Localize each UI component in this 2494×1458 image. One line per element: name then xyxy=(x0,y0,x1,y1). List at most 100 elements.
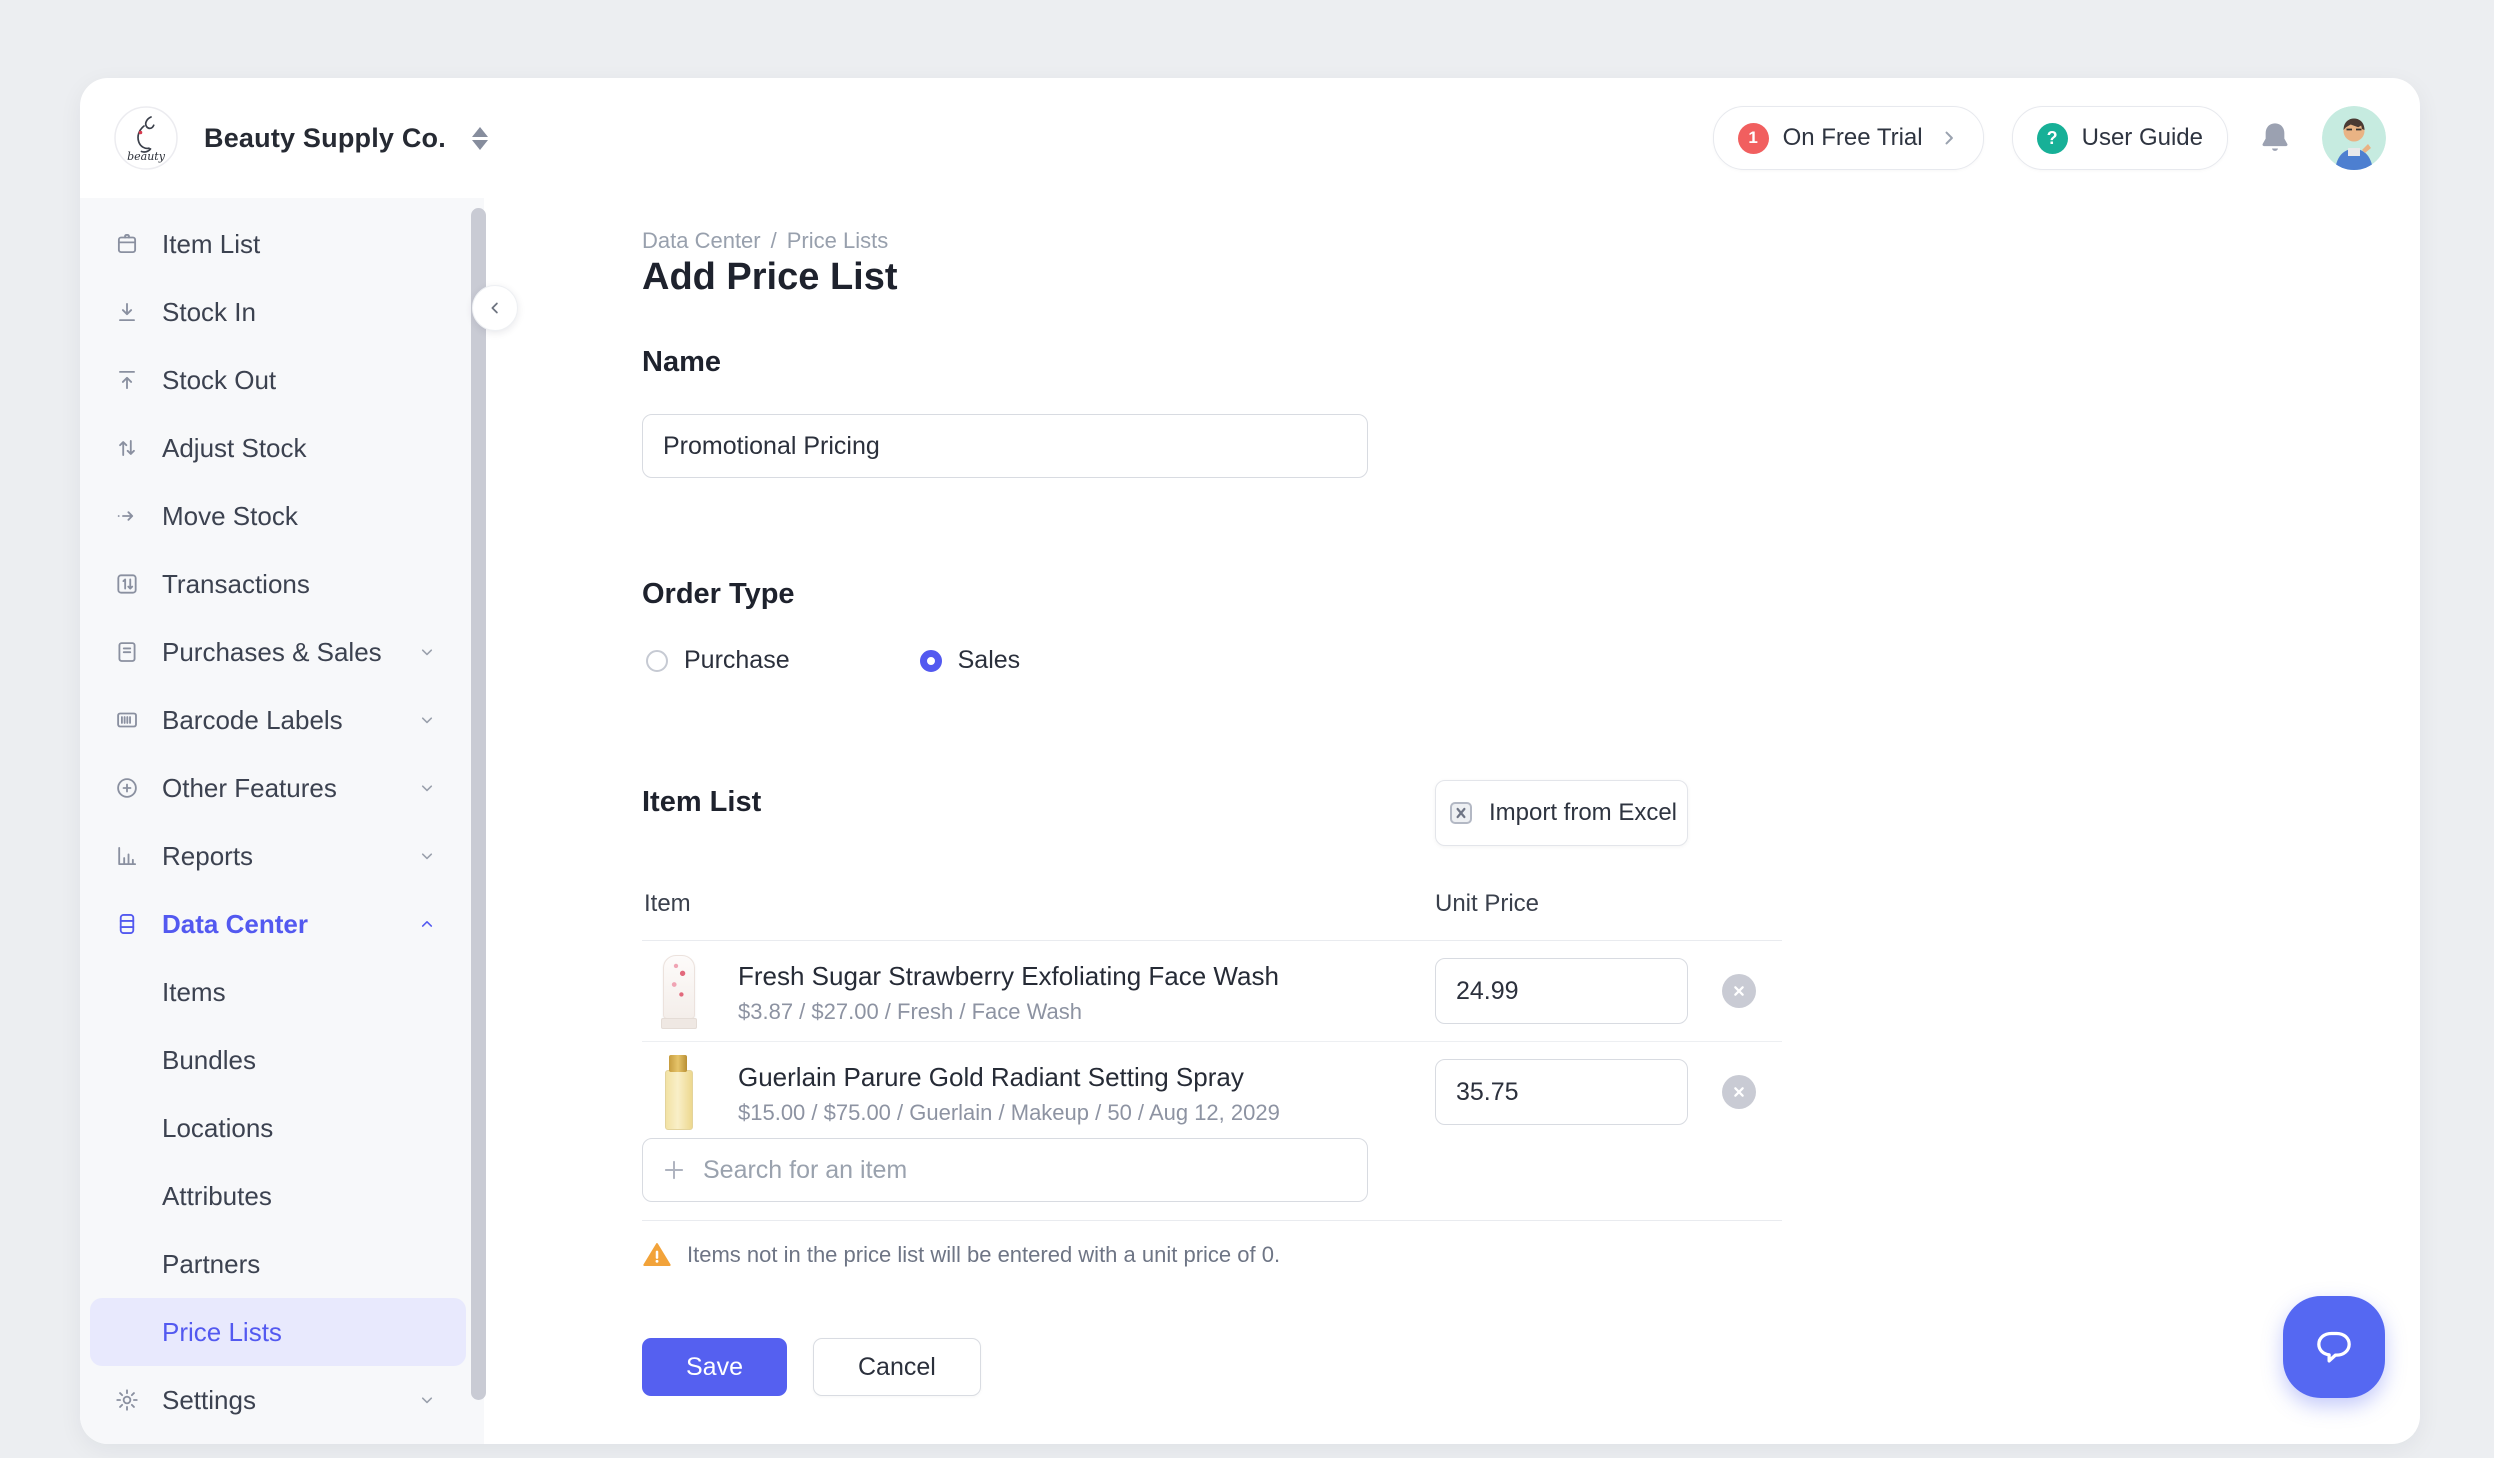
sidebar-item-settings[interactable]: Settings xyxy=(80,1366,484,1434)
cancel-button[interactable]: Cancel xyxy=(813,1338,981,1396)
import-from-excel-button[interactable]: Import from Excel xyxy=(1435,780,1688,846)
item-row: Guerlain Parure Gold Radiant Setting Spr… xyxy=(642,1042,1782,1142)
breadcrumb-separator: / xyxy=(771,228,777,254)
chat-bubble-icon xyxy=(2308,1321,2360,1373)
unit-price-input[interactable] xyxy=(1435,958,1688,1024)
company-switcher-icon[interactable] xyxy=(472,127,488,150)
item-name: Guerlain Parure Gold Radiant Setting Spr… xyxy=(738,1062,1244,1093)
sidebar-item-stock-in[interactable]: Stock In xyxy=(80,278,484,346)
item-search xyxy=(642,1138,1368,1202)
order-type-radio-sales[interactable]: Sales xyxy=(920,646,1021,675)
chevron-down-icon xyxy=(416,845,438,867)
chevron-up-icon xyxy=(416,913,438,935)
sidebar-item-move-stock[interactable]: Move Stock xyxy=(80,482,484,550)
warning-message: Items not in the price list will be ente… xyxy=(642,1240,1280,1270)
sidebar-nav: Item List Stock In Stock Out Adjust Stoc… xyxy=(80,198,484,1434)
sidebar-item-attributes[interactable]: Attributes xyxy=(80,1162,484,1230)
column-unit-price: Unit Price xyxy=(1435,890,1539,918)
sidebar-item-stock-out[interactable]: Stock Out xyxy=(80,346,484,414)
item-list-icon xyxy=(114,231,140,257)
warning-text: Items not in the price list will be ente… xyxy=(687,1242,1280,1268)
plus-circle-icon xyxy=(114,775,140,801)
sidebar-item-reports[interactable]: Reports xyxy=(80,822,484,890)
sidebar-item-price-lists[interactable]: Price Lists xyxy=(90,1298,466,1366)
move-stock-icon xyxy=(114,503,140,529)
breadcrumb-price-lists[interactable]: Price Lists xyxy=(787,228,888,254)
trial-badge: 1 xyxy=(1738,123,1769,154)
name-section-label: Name xyxy=(642,346,721,379)
trial-label: On Free Trial xyxy=(1783,124,1923,152)
sidebar-item-adjust-stock[interactable]: Adjust Stock xyxy=(80,414,484,482)
chevron-down-icon xyxy=(416,777,438,799)
stock-out-icon xyxy=(114,367,140,393)
name-input[interactable] xyxy=(642,414,1368,478)
user-guide-label: User Guide xyxy=(2082,124,2203,152)
item-name: Fresh Sugar Strawberry Exfoliating Face … xyxy=(738,961,1279,992)
chat-launcher-button[interactable] xyxy=(2283,1296,2385,1398)
column-item: Item xyxy=(644,890,691,918)
remove-item-button[interactable] xyxy=(1722,1075,1756,1109)
beauty-logo-icon: beauty xyxy=(114,106,178,170)
user-guide-button[interactable]: ? User Guide xyxy=(2012,106,2228,170)
header-actions: 1 On Free Trial ? User Guide xyxy=(1713,106,2386,170)
order-type-radio-purchase[interactable]: Purchase xyxy=(646,646,790,675)
sidebar-collapse-button[interactable] xyxy=(472,285,518,331)
table-body: Fresh Sugar Strawberry Exfoliating Face … xyxy=(642,941,1782,1142)
sidebar-item-purchases-sales[interactable]: Purchases & Sales xyxy=(80,618,484,686)
chevron-down-icon xyxy=(416,641,438,663)
breadcrumb: Data Center / Price Lists xyxy=(642,228,888,254)
sidebar-item-item-list[interactable]: Item List xyxy=(80,210,484,278)
item-search-input[interactable] xyxy=(701,1155,1349,1186)
sidebar-item-barcode-labels[interactable]: Barcode Labels xyxy=(80,686,484,754)
remove-item-button[interactable] xyxy=(1722,974,1756,1008)
sidebar-scrollbar[interactable] xyxy=(471,208,486,1400)
form-actions: Save Cancel xyxy=(642,1338,981,1396)
breadcrumb-data-center[interactable]: Data Center xyxy=(642,228,761,254)
import-label: Import from Excel xyxy=(1489,799,1677,827)
sidebar-item-data-center[interactable]: Data Center xyxy=(80,890,484,958)
save-button[interactable]: Save xyxy=(642,1338,787,1396)
user-avatar[interactable] xyxy=(2322,106,2386,170)
reports-icon xyxy=(114,843,140,869)
free-trial-button[interactable]: 1 On Free Trial xyxy=(1713,106,1984,170)
divider xyxy=(642,1220,1782,1221)
question-icon: ? xyxy=(2037,123,2068,154)
top-header: beauty Beauty Supply Co. 1 On Free Trial… xyxy=(80,78,2420,198)
sidebar-item-locations[interactable]: Locations xyxy=(80,1094,484,1162)
transactions-icon xyxy=(114,571,140,597)
svg-text:beauty: beauty xyxy=(127,150,166,163)
unit-price-input[interactable] xyxy=(1435,1059,1688,1125)
warning-triangle-icon xyxy=(642,1240,672,1270)
stock-in-icon xyxy=(114,299,140,325)
barcode-icon xyxy=(114,707,140,733)
app-page: beauty Beauty Supply Co. 1 On Free Trial… xyxy=(0,0,2494,1458)
item-details: $3.87 / $27.00 / Fresh / Face Wash xyxy=(738,999,1082,1025)
app-card: beauty Beauty Supply Co. 1 On Free Trial… xyxy=(80,78,2420,1444)
plus-icon xyxy=(661,1157,687,1183)
main-content: Data Center / Price Lists Add Price List… xyxy=(560,198,2420,1444)
radio-icon xyxy=(646,650,668,672)
product-image xyxy=(655,1054,701,1130)
chevron-left-icon xyxy=(486,299,504,317)
radio-icon xyxy=(920,650,942,672)
company-name: Beauty Supply Co. xyxy=(204,123,446,154)
item-details: $15.00 / $75.00 / Guerlain / Makeup / 50… xyxy=(738,1100,1280,1126)
sidebar-item-bundles[interactable]: Bundles xyxy=(80,1026,484,1094)
purchases-sales-icon xyxy=(114,639,140,665)
page-title: Add Price List xyxy=(642,256,898,299)
chevron-down-icon xyxy=(416,1389,438,1411)
sidebar-item-items[interactable]: Items xyxy=(80,958,484,1026)
item-list-heading: Item List xyxy=(642,786,761,819)
order-type-options: Purchase Sales xyxy=(646,646,1020,675)
order-type-label: Order Type xyxy=(642,578,795,611)
table-header: Item Unit Price xyxy=(642,886,1782,941)
chevron-right-icon xyxy=(1939,128,1959,148)
bell-icon[interactable] xyxy=(2256,117,2294,159)
sidebar: Item List Stock In Stock Out Adjust Stoc… xyxy=(80,198,484,1444)
sidebar-item-other-features[interactable]: Other Features xyxy=(80,754,484,822)
item-table: Item Unit Price Fresh Sugar Strawberry E… xyxy=(642,886,1782,1142)
adjust-stock-icon xyxy=(114,435,140,461)
sidebar-item-transactions[interactable]: Transactions xyxy=(80,550,484,618)
excel-icon xyxy=(1446,798,1476,828)
sidebar-item-partners[interactable]: Partners xyxy=(80,1230,484,1298)
